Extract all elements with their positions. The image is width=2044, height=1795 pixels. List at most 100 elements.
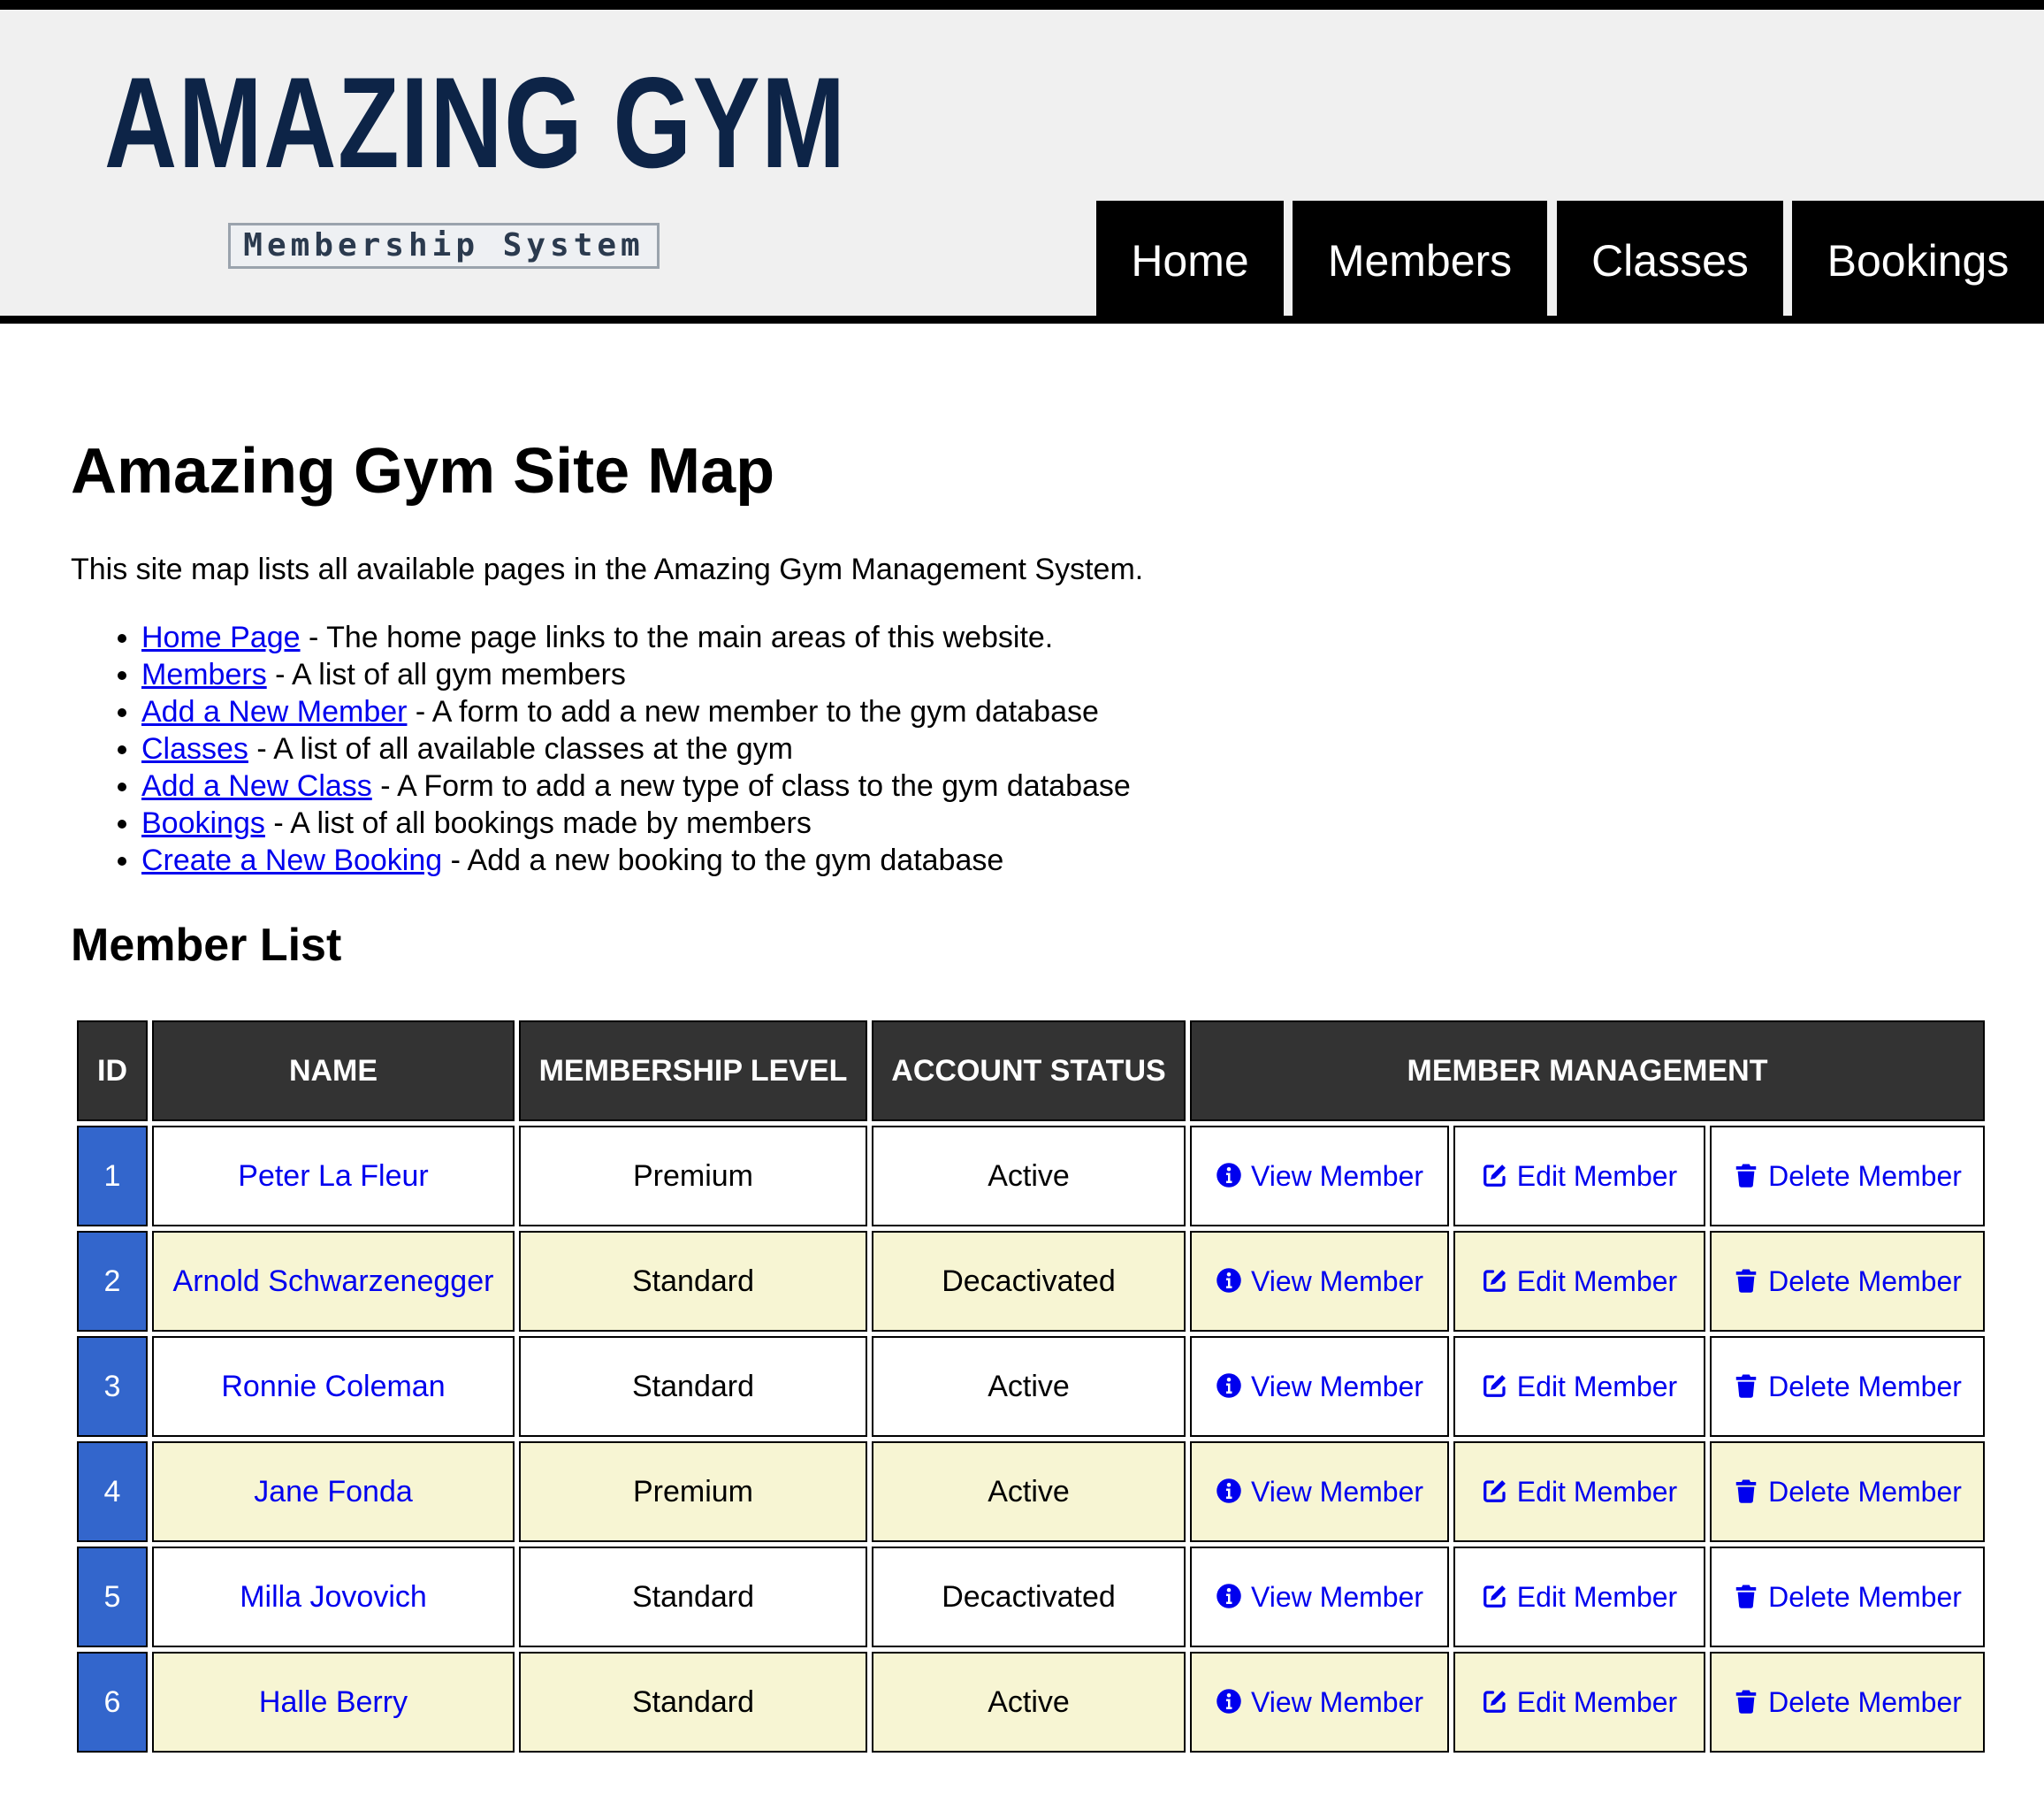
member-name-cell: Halle Berry [152, 1652, 515, 1753]
delete-member-button[interactable]: Delete Member [1733, 1686, 1962, 1719]
sitemap-desc: - A Form to add a new type of class to t… [371, 769, 1131, 803]
member-name[interactable]: Arnold Schwarzenegger [173, 1264, 494, 1298]
info-circle-icon [1216, 1584, 1241, 1608]
view-member-button[interactable]: View Member [1216, 1160, 1423, 1193]
delete-cell: Delete Member [1710, 1547, 1986, 1647]
view-member-button[interactable]: View Member [1216, 1581, 1423, 1614]
edit-member-label: Edit Member [1516, 1581, 1678, 1613]
table-row: 2 Arnold Schwarzenegger Standard Decacti… [77, 1231, 1986, 1332]
logo-title: AMAZING GYM [104, 50, 847, 195]
edit-square-icon [1483, 1585, 1506, 1608]
view-member-button[interactable]: View Member [1216, 1686, 1423, 1719]
edit-cell: Edit Member [1453, 1547, 1705, 1647]
sitemap-desc: - The home page links to the main areas … [300, 621, 1054, 654]
create-booking-link[interactable]: Create a New Booking [141, 844, 442, 877]
membership-level: Standard [632, 1264, 754, 1298]
info-circle-icon [1216, 1268, 1241, 1293]
edit-member-button[interactable]: Edit Member [1482, 1160, 1677, 1193]
nav-home[interactable]: Home [1096, 201, 1284, 316]
edit-member-button[interactable]: Edit Member [1482, 1371, 1677, 1403]
member-rows: 1 Peter La Fleur Premium Active View Mem… [77, 1126, 1986, 1753]
sitemap-desc: - Add a new booking to the gym database [442, 844, 1004, 877]
view-member-button[interactable]: View Member [1216, 1476, 1423, 1509]
delete-member-button[interactable]: Delete Member [1733, 1265, 1962, 1298]
sitemap-desc: - A form to add a new member to the gym … [407, 695, 1099, 729]
trash-icon [1735, 1585, 1757, 1608]
trash-icon [1735, 1479, 1757, 1503]
member-name-cell: Jane Fonda [152, 1441, 515, 1542]
membership-level: Standard [632, 1685, 754, 1719]
members-link[interactable]: Members [141, 658, 267, 691]
column-header-account-status: ACCOUNT STATUS [872, 1020, 1186, 1121]
table-row: 4 Jane Fonda Premium Active View Member … [77, 1441, 1986, 1542]
membership-level: Standard [632, 1370, 754, 1403]
view-member-label: View Member [1250, 1160, 1424, 1192]
delete-member-button[interactable]: Delete Member [1733, 1476, 1962, 1509]
nav-bookings[interactable]: Bookings [1792, 201, 2044, 316]
delete-member-button[interactable]: Delete Member [1733, 1581, 1962, 1614]
delete-cell: Delete Member [1710, 1126, 1986, 1226]
member-name[interactable]: Ronnie Coleman [221, 1370, 445, 1403]
info-circle-icon [1216, 1163, 1241, 1188]
sitemap-item-home: Home Page - The home page links to the m… [141, 619, 1131, 656]
logo-subtitle: Membership System [228, 223, 660, 269]
view-cell: View Member [1190, 1441, 1449, 1542]
account-status-cell: Active [872, 1336, 1186, 1437]
member-id: 4 [77, 1441, 148, 1542]
delete-cell: Delete Member [1710, 1231, 1986, 1332]
sitemap-desc: - A list of all available classes at the… [248, 732, 794, 766]
add-member-link[interactable]: Add a New Member [141, 695, 407, 729]
edit-member-label: Edit Member [1516, 1160, 1678, 1192]
trash-icon [1735, 1269, 1757, 1293]
column-header-member-management: MEMBER MANAGEMENT [1190, 1020, 1986, 1121]
sitemap-item-classes: Classes - A list of all available classe… [141, 730, 1131, 768]
member-id-value: 1 [103, 1159, 121, 1193]
home-page-link[interactable]: Home Page [141, 621, 301, 654]
account-status-cell: Active [872, 1126, 1186, 1226]
nav-members[interactable]: Members [1293, 201, 1547, 316]
delete-member-label: Delete Member [1768, 1160, 1962, 1192]
nav-classes[interactable]: Classes [1557, 201, 1783, 316]
member-id-value: 6 [103, 1685, 121, 1719]
edit-cell: Edit Member [1453, 1336, 1705, 1437]
edit-member-button[interactable]: Edit Member [1482, 1581, 1677, 1614]
sitemap-item-add-member: Add a New Member - A form to add a new m… [141, 693, 1131, 730]
classes-link[interactable]: Classes [141, 732, 248, 766]
member-table: ID NAME MEMBERSHIP LEVEL ACCOUNT STATUS … [72, 1016, 1989, 1757]
member-name-cell: Arnold Schwarzenegger [152, 1231, 515, 1332]
bookings-link[interactable]: Bookings [141, 806, 265, 840]
member-name[interactable]: Milla Jovovich [240, 1580, 427, 1614]
edit-member-label: Edit Member [1516, 1371, 1678, 1402]
add-class-link[interactable]: Add a New Class [141, 769, 372, 803]
sitemap-item-members: Members - A list of all gym members [141, 656, 1131, 693]
edit-member-button[interactable]: Edit Member [1482, 1476, 1677, 1509]
column-header-id: ID [77, 1020, 148, 1121]
membership-level-cell: Standard [519, 1547, 867, 1647]
edit-cell: Edit Member [1453, 1231, 1705, 1332]
member-name[interactable]: Halle Berry [259, 1685, 408, 1719]
account-status-cell: Decactivated [872, 1231, 1186, 1332]
member-name[interactable]: Jane Fonda [254, 1475, 413, 1509]
membership-level-cell: Standard [519, 1231, 867, 1332]
delete-member-button[interactable]: Delete Member [1733, 1371, 1962, 1403]
membership-level: Premium [632, 1159, 754, 1193]
sitemap-item-create-booking: Create a New Booking - Add a new booking… [141, 842, 1131, 879]
membership-level-cell: Premium [519, 1126, 867, 1226]
member-id: 5 [77, 1547, 148, 1647]
edit-member-button[interactable]: Edit Member [1482, 1265, 1677, 1298]
delete-member-button[interactable]: Delete Member [1733, 1160, 1962, 1193]
edit-member-button[interactable]: Edit Member [1482, 1686, 1677, 1719]
view-member-button[interactable]: View Member [1216, 1371, 1423, 1403]
sitemap-desc: - A list of all gym members [266, 658, 626, 691]
member-name[interactable]: Peter La Fleur [238, 1159, 428, 1193]
view-member-label: View Member [1250, 1686, 1424, 1718]
member-id: 6 [77, 1652, 148, 1753]
view-member-button[interactable]: View Member [1216, 1265, 1423, 1298]
delete-cell: Delete Member [1710, 1652, 1986, 1753]
info-circle-icon [1216, 1478, 1241, 1503]
delete-member-label: Delete Member [1768, 1581, 1962, 1613]
delete-member-label: Delete Member [1768, 1476, 1962, 1508]
trash-icon [1735, 1164, 1757, 1188]
site-header: AMAZING GYM Membership System Home Membe… [0, 0, 2044, 324]
member-id: 3 [77, 1336, 148, 1437]
